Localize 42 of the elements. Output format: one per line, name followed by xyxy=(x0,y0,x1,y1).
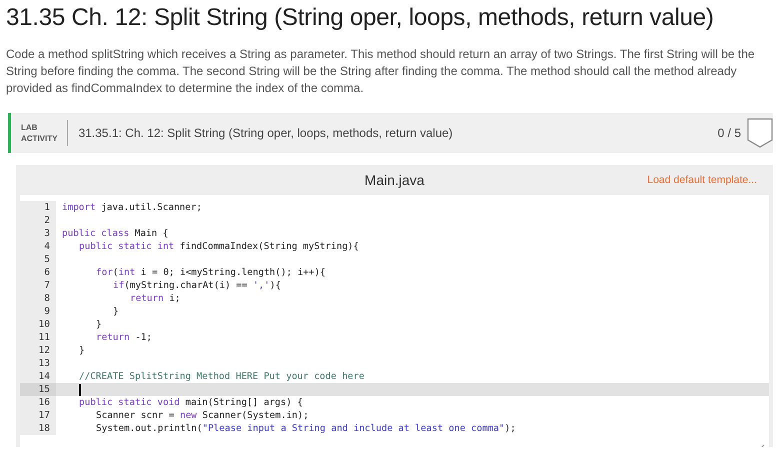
description-paragraph: Code a method splitString which receives a String as parameter. This method should return an array of two Strings. The first String will be the String before finding the comma. The second String will be the String after finding the comma. The method should call the method already provided as findCommaIndex to determine the index of the comma. xyxy=(6,46,756,97)
code-line: if(myString.charAt(i) == ','){ xyxy=(113,280,281,291)
line-number: 16 xyxy=(20,396,56,409)
code-line: } xyxy=(79,345,85,356)
code-line: return i; xyxy=(130,293,180,304)
line-number: 18 xyxy=(20,422,56,435)
code-line: return -1; xyxy=(96,332,152,343)
file-name: Main.java xyxy=(364,172,424,188)
lab-badge-text: LAB xyxy=(21,122,38,133)
line-number: 17 xyxy=(20,409,56,422)
line-number: 13 xyxy=(20,357,56,370)
line-number: 12 xyxy=(20,344,56,357)
line-number: 3 xyxy=(20,227,56,240)
code-line: public static int findCommaIndex(String myString){ xyxy=(79,241,359,252)
page-title: 31.35 Ch. 12: Split String (String oper, loops, methods, return value) xyxy=(6,4,715,32)
code-line: Scanner scnr = new Scanner(System.in); xyxy=(96,410,309,421)
line-number: 6 xyxy=(20,266,56,279)
line-number: 8 xyxy=(20,292,56,305)
line-number: 1 xyxy=(20,201,56,214)
activity-badge-text: ACTIVITY xyxy=(21,133,58,144)
line-number: 2 xyxy=(20,214,56,227)
code-line: public static void main(String[] args) { xyxy=(79,397,303,408)
line-number: 15 xyxy=(20,383,56,396)
line-number: 11 xyxy=(20,331,56,344)
code-line: //CREATE SplitString Method HERE Put your code here xyxy=(79,371,364,382)
score-text: 0 / 5 xyxy=(718,126,741,140)
code-line: } xyxy=(96,319,102,330)
line-number: 10 xyxy=(20,318,56,331)
completion-shield-icon xyxy=(747,118,773,148)
line-number: 5 xyxy=(20,253,56,266)
line-number: 4 xyxy=(20,240,56,253)
activity-label: 31.35.1: Ch. 12: Split String (String oper, loops, methods, return value) xyxy=(78,126,454,140)
code-line: System.out.println("Please input a String and include at least one comma"); xyxy=(96,423,516,434)
code-line: } xyxy=(113,306,119,317)
line-number: 9 xyxy=(20,305,56,318)
load-template-link[interactable]: Load default template... xyxy=(647,174,757,186)
code-line: public class Main { xyxy=(62,228,168,239)
code-line: import java.util.Scanner; xyxy=(62,202,202,213)
code-line: for(int i = 0; i<myString.length(); i++){ xyxy=(96,267,326,278)
line-number: 14 xyxy=(20,370,56,383)
text-cursor xyxy=(79,384,81,396)
line-number: 7 xyxy=(20,279,56,292)
